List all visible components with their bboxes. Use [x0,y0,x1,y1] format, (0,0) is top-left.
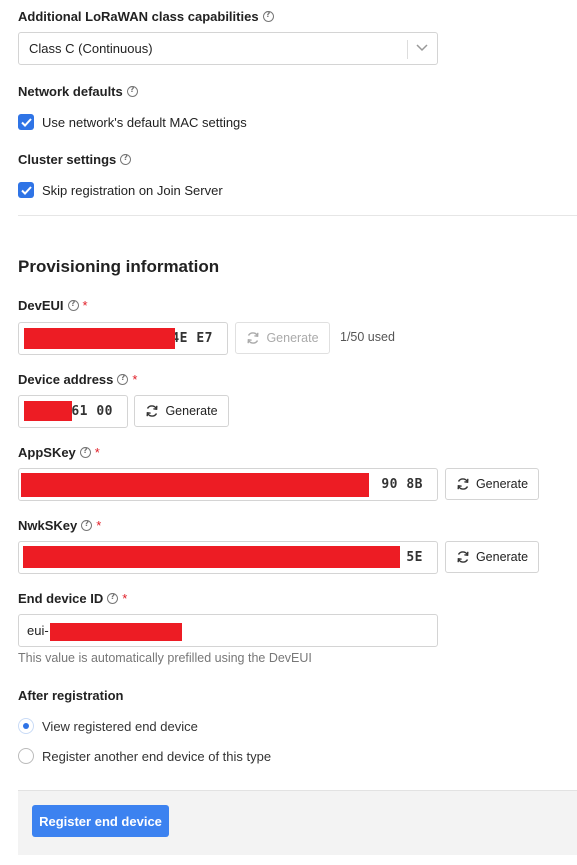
dev-eui-input[interactable]: 4E E7 [18,322,228,355]
end-device-id-label: End device ID * [18,591,127,606]
help-icon[interactable] [79,446,91,458]
nwk-s-key-input[interactable]: 5E [18,541,438,574]
nwk-s-key-generate-button[interactable]: Generate [445,541,539,573]
help-icon[interactable] [262,10,274,22]
nwk-s-key-value: 5E [406,550,423,565]
required-mark: * [94,445,100,460]
refresh-icon [146,405,158,417]
nwk-s-key-label-text: NwkSKey [18,518,78,533]
register-end-device-label: Register end device [39,813,162,829]
refresh-icon [457,551,469,563]
refresh-icon [247,332,259,344]
device-address-input[interactable]: 61 00 [18,395,128,428]
nwk-s-key-label: NwkSKey * [18,518,101,533]
network-defaults-label: Network defaults [18,84,138,99]
cluster-settings-label-text: Cluster settings [18,152,117,167]
radio-dot [23,723,29,729]
redaction-box [23,546,400,568]
required-mark: * [96,518,102,533]
device-address-label: Device address * [18,372,137,387]
radio-button-selected[interactable] [18,718,34,734]
after-registration-label-text: After registration [18,688,124,703]
help-icon[interactable] [67,299,79,311]
select-separator [407,40,408,59]
required-mark: * [132,372,138,387]
class-capabilities-label: Additional LoRaWAN class capabilities [18,9,274,24]
device-address-value: 61 00 [71,404,113,419]
class-capabilities-select[interactable]: Class C (Continuous) [18,32,438,65]
required-mark: * [82,298,88,313]
network-defaults-checkbox-row[interactable]: Use network's default MAC settings [18,114,247,130]
checkmark-icon [20,117,32,127]
generate-label: Generate [475,477,529,491]
radio-button[interactable] [18,748,34,764]
help-icon[interactable] [81,519,93,531]
app-s-key-input[interactable]: 90 8B [18,468,438,501]
generate-label: Generate [266,331,319,345]
generate-label: Generate [475,550,529,564]
redaction-box [24,401,72,421]
dev-eui-generate-button[interactable]: Generate [235,322,330,354]
radio-label: Register another end device of this type [42,748,272,764]
app-s-key-label: AppSKey * [18,445,100,460]
class-capabilities-value: Class C (Continuous) [29,41,153,56]
dev-eui-usage: 1/50 used [340,330,395,344]
radio-view-registered[interactable]: View registered end device [18,718,198,734]
divider [18,215,577,216]
radio-register-another[interactable]: Register another end device of this type [18,748,271,764]
redaction-box [24,328,175,349]
dev-eui-label-text: DevEUI [18,298,64,313]
required-mark: * [122,591,128,606]
register-end-device-button[interactable]: Register end device [32,805,169,837]
section-title: Provisioning information [18,257,220,276]
checkbox-checked[interactable] [18,114,34,130]
network-defaults-label-text: Network defaults [18,84,123,99]
help-icon[interactable] [120,153,132,165]
after-registration-label: After registration [18,688,123,703]
network-defaults-checkbox-label: Use network's default MAC settings [42,114,247,130]
end-device-id-prefix: eui- [27,623,49,638]
redaction-box [50,623,182,641]
end-device-id-label-text: End device ID [18,591,104,606]
checkmark-icon [20,185,32,195]
help-icon[interactable] [117,373,129,385]
refresh-icon [457,478,469,490]
help-icon[interactable] [107,592,119,604]
device-address-label-text: Device address [18,372,114,387]
app-s-key-label-text: AppSKey [18,445,76,460]
generate-label: Generate [165,404,218,418]
device-address-generate-button[interactable]: Generate [134,395,229,427]
class-capabilities-label-text: Additional LoRaWAN class capabilities [18,9,259,24]
chevron-down-icon[interactable] [416,44,428,52]
app-s-key-generate-button[interactable]: Generate [445,468,539,500]
dev-eui-label: DevEUI * [18,298,88,313]
help-icon[interactable] [126,85,138,97]
cluster-settings-label: Cluster settings [18,152,132,167]
checkbox-checked[interactable] [18,182,34,198]
dev-eui-value: 4E E7 [171,331,213,346]
radio-label: View registered end device [42,718,198,734]
app-s-key-value: 90 8B [381,477,423,492]
cluster-settings-checkbox-label: Skip registration on Join Server [42,182,223,198]
cluster-settings-checkbox-row[interactable]: Skip registration on Join Server [18,182,223,198]
redaction-box [21,473,369,497]
end-device-id-hint: This value is automatically prefilled us… [18,651,312,665]
end-device-id-input[interactable]: eui- [18,614,438,647]
